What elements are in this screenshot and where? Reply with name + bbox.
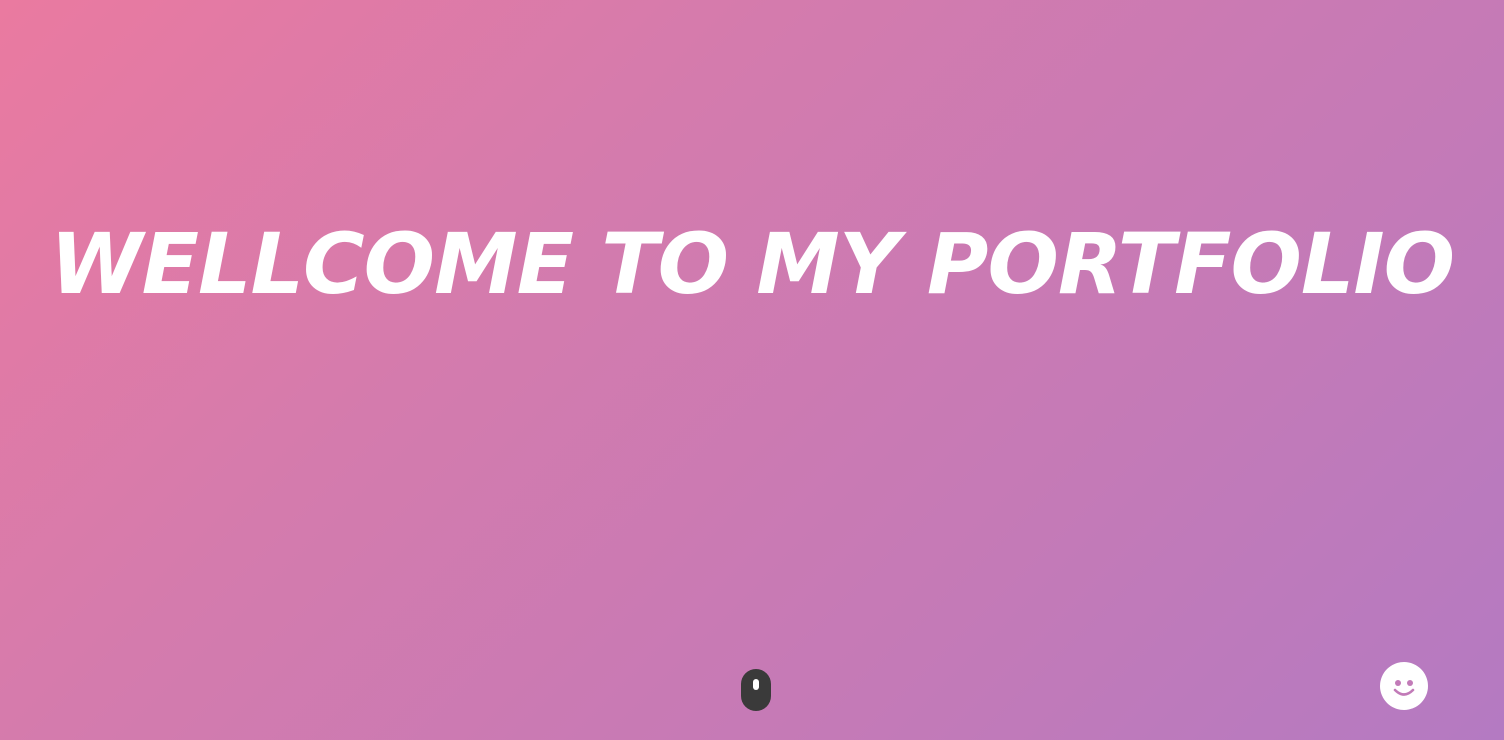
scroll-wheel [753,679,759,690]
smiley-face-icon [1393,680,1415,696]
hero-section: WELLCOME TO MY PORTFOLIO [0,0,1504,740]
smiley-button[interactable] [1380,662,1428,710]
hero-title: WELLCOME TO MY PORTFOLIO [49,215,1455,313]
mouse-scroll-icon[interactable] [741,669,771,711]
